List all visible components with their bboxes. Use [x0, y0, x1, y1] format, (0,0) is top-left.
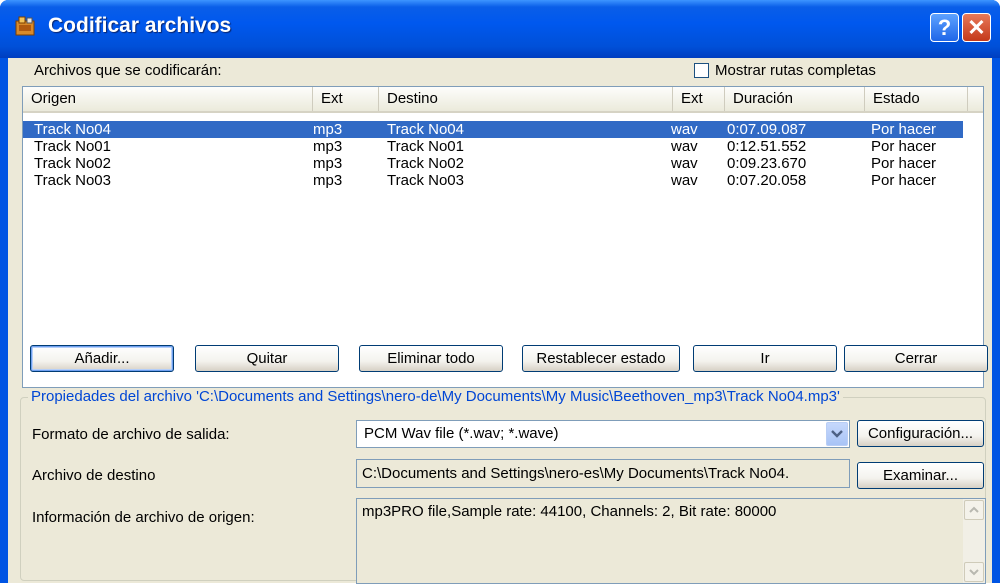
cell-origin: Track No01	[34, 138, 111, 155]
table-row[interactable]: Track No03 mp3 Track No03 wav 0:07.20.05…	[23, 172, 963, 189]
cell-origin: Track No02	[34, 155, 111, 172]
cell-destination: Track No03	[387, 172, 464, 189]
cell-dest-ext: wav	[671, 172, 698, 189]
source-info-field[interactable]: mp3PRO file,Sample rate: 44100, Channels…	[356, 498, 986, 584]
output-format-value: PCM Wav file (*.wav; *.wave)	[364, 425, 559, 442]
cell-destination: Track No02	[387, 155, 464, 172]
show-full-paths-label[interactable]: Mostrar rutas completas	[715, 62, 876, 79]
cell-ext: mp3	[313, 172, 343, 189]
cell-dest-ext: wav	[671, 121, 698, 138]
cell-status: Por hacer	[871, 121, 937, 138]
table-row[interactable]: Track No02 mp3 Track No02 wav 0:09.23.67…	[23, 155, 963, 172]
table-row[interactable]: Track No04 mp3 Track No04 wav 0:07.09.08…	[23, 121, 963, 138]
files-list[interactable]: Origen Ext Destino Ext Duración Estado T…	[22, 86, 984, 388]
go-button[interactable]: Ir	[693, 345, 837, 372]
nero-app-icon	[15, 16, 35, 36]
cell-origin: Track No03	[34, 172, 111, 189]
column-header-origin[interactable]: Origen	[23, 87, 313, 111]
files-to-encode-label: Archivos que se codificarán:	[34, 62, 222, 79]
reset-status-button[interactable]: Restablecer estado	[522, 345, 680, 372]
column-header-destination[interactable]: Destino	[379, 87, 673, 111]
scroll-up-button[interactable]	[964, 500, 984, 520]
cell-status: Por hacer	[871, 155, 937, 172]
cell-duration: 0:07.20.058	[727, 172, 807, 189]
destination-file-field[interactable]: C:\Documents and Settings\nero-es\My Doc…	[356, 459, 850, 488]
chevron-up-icon	[969, 506, 979, 513]
column-header-duration[interactable]: Duración	[725, 87, 865, 111]
remove-all-button[interactable]: Eliminar todo	[359, 345, 503, 372]
cell-duration: 0:12.51.552	[727, 138, 807, 155]
cell-destination: Track No01	[387, 138, 464, 155]
column-header-ext[interactable]: Ext	[313, 87, 379, 111]
list-header: Origen Ext Destino Ext Duración Estado	[23, 87, 983, 113]
close-window-button[interactable]: ✕	[962, 13, 991, 42]
cell-duration: 0:07.09.087	[727, 121, 807, 138]
cell-dest-ext: wav	[671, 138, 698, 155]
source-info-value: mp3PRO file,Sample rate: 44100, Channels…	[362, 503, 777, 520]
file-properties-title: Propiedades del archivo 'C:\Documents an…	[28, 388, 843, 405]
cell-status: Por hacer	[871, 138, 937, 155]
title-bar[interactable]: Codificar archivos ? ✕	[0, 0, 1000, 58]
close-button[interactable]: Cerrar	[844, 345, 988, 372]
chevron-down-icon	[969, 569, 979, 576]
remove-button[interactable]: Quitar	[195, 345, 339, 372]
window-title: Codificar archivos	[48, 14, 232, 37]
scroll-down-button[interactable]	[964, 562, 984, 582]
cell-duration: 0:09.23.670	[727, 155, 807, 172]
browse-button[interactable]: Examinar...	[857, 462, 984, 489]
add-button[interactable]: Añadir...	[30, 345, 174, 372]
output-format-select[interactable]: PCM Wav file (*.wav; *.wave)	[356, 420, 850, 448]
cell-dest-ext: wav	[671, 155, 698, 172]
output-format-label: Formato de archivo de salida:	[32, 426, 230, 443]
destination-file-value: C:\Documents and Settings\nero-es\My Doc…	[362, 465, 790, 482]
cell-origin: Track No04	[34, 121, 111, 138]
destination-file-label: Archivo de destino	[32, 467, 156, 484]
encode-files-window: Codificar archivos ? ✕ Archivos que se c…	[0, 0, 1000, 584]
vertical-scrollbar[interactable]	[963, 499, 985, 583]
dialog-client-area: Archivos que se codificarán: Mostrar rut…	[8, 58, 992, 584]
cell-ext: mp3	[313, 121, 343, 138]
column-header-dest-ext[interactable]: Ext	[673, 87, 725, 111]
configuration-button[interactable]: Configuración...	[857, 420, 984, 447]
close-icon: ✕	[967, 15, 986, 40]
cell-ext: mp3	[313, 138, 343, 155]
table-row[interactable]: Track No01 mp3 Track No01 wav 0:12.51.55…	[23, 138, 963, 155]
column-header-status[interactable]: Estado	[865, 87, 968, 111]
chevron-down-icon[interactable]	[826, 422, 848, 446]
help-icon: ?	[937, 15, 952, 40]
show-full-paths-checkbox[interactable]	[694, 63, 709, 78]
help-button[interactable]: ?	[930, 13, 959, 42]
cell-ext: mp3	[313, 155, 343, 172]
source-info-label: Información de archivo de origen:	[32, 509, 255, 526]
cell-destination: Track No04	[387, 121, 464, 138]
cell-status: Por hacer	[871, 172, 937, 189]
